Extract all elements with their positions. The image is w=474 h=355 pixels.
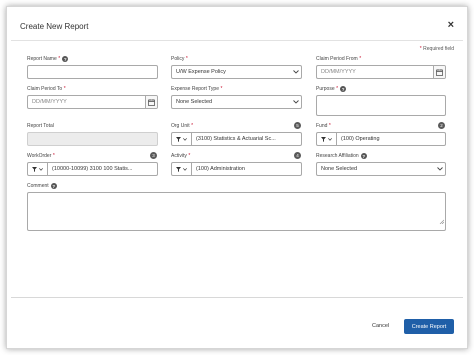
research-affiliation-select[interactable]: None Selected	[316, 162, 446, 176]
calendar-icon[interactable]	[145, 96, 157, 108]
required-asterisk: *	[220, 86, 223, 92]
policy-value: U/W Expense Policy	[176, 69, 226, 75]
help-icon[interactable]: ?	[50, 183, 57, 189]
cancel-button[interactable]: Cancel	[372, 323, 389, 329]
required-field-note: * Required field	[420, 46, 454, 52]
help-icon[interactable]: ?	[340, 86, 347, 92]
org-unit-level-badge: 5	[294, 122, 301, 129]
workorder-label-text: WorkOrder	[27, 153, 52, 159]
org-unit-label-text: Org Unit	[171, 123, 190, 129]
help-icon[interactable]: ?	[62, 56, 69, 62]
org-unit-value: (3100) Statistics & Actuarial Sc...	[196, 136, 276, 142]
resize-handle-icon[interactable]	[439, 211, 445, 229]
claim-period-to-label-text: Claim Period To	[27, 86, 63, 92]
fund-label: Fund *	[316, 123, 331, 129]
dialog-header: Create New Report ×	[11, 12, 463, 41]
required-note-text: Required field	[423, 46, 454, 52]
research-affiliation-label: Research Affiliation ?	[316, 153, 367, 159]
fund-level-badge: 2	[438, 122, 445, 129]
claim-period-from-input[interactable]: DD/MM/YYYY	[316, 65, 446, 79]
filter-icon[interactable]	[317, 133, 337, 145]
org-unit-label: Org Unit *	[171, 123, 193, 129]
dialog-title: Create New Report	[20, 22, 89, 31]
policy-label-text: Policy	[171, 56, 185, 62]
research-affiliation-label-text: Research Affiliation	[316, 153, 359, 159]
claim-period-from-label-text: Claim Period From	[316, 56, 358, 62]
filter-icon[interactable]	[172, 133, 192, 145]
footer-divider	[11, 297, 463, 298]
required-asterisk: *	[359, 56, 362, 62]
create-report-dialog: Create New Report × * Required field Rep…	[11, 12, 463, 343]
required-asterisk: *	[419, 46, 422, 52]
claim-period-to-placeholder: DD/MM/YYYY	[32, 99, 67, 105]
workorder-label: WorkOrder *	[27, 153, 55, 159]
comment-textarea[interactable]	[27, 192, 446, 231]
report-name-label-text: Report Name	[27, 56, 57, 62]
required-asterisk: *	[328, 123, 331, 129]
required-asterisk: *	[336, 86, 339, 92]
claim-period-from-label: Claim Period From *	[316, 56, 361, 62]
activity-label-text: Activity	[171, 153, 187, 159]
chevron-down-icon	[291, 70, 301, 74]
purpose-textarea[interactable]	[316, 95, 446, 116]
create-report-button[interactable]: Create Report	[404, 319, 454, 334]
report-total-label-text: Report Total	[27, 123, 54, 129]
report-total-input	[27, 132, 158, 146]
research-affiliation-value: None Selected	[321, 166, 358, 172]
expense-report-type-label: Expense Report Type *	[171, 86, 222, 92]
fund-label-text: Fund	[316, 123, 328, 129]
activity-select[interactable]: (100) Administration	[171, 162, 302, 176]
policy-label: Policy *	[171, 56, 188, 62]
expense-report-type-select[interactable]: None Selected	[171, 95, 302, 109]
expense-report-type-value: None Selected	[176, 99, 213, 105]
claim-period-from-placeholder: DD/MM/YYYY	[321, 69, 356, 75]
claim-period-to-label: Claim Period To *	[27, 86, 66, 92]
fund-value: (100) Operating	[341, 136, 380, 142]
activity-value: (100) Administration	[196, 166, 245, 172]
help-icon[interactable]: ?	[360, 153, 367, 159]
required-asterisk: *	[58, 56, 61, 62]
chevron-down-icon	[291, 100, 301, 104]
activity-label: Activity *	[171, 153, 190, 159]
close-icon[interactable]: ×	[448, 20, 454, 31]
fund-select[interactable]: (100) Operating	[316, 132, 446, 146]
required-asterisk: *	[191, 123, 194, 129]
workorder-value: (10000-10099) 3100 100 Statis...	[52, 166, 133, 172]
calendar-icon[interactable]	[433, 66, 445, 78]
claim-period-to-input[interactable]: DD/MM/YYYY	[27, 95, 158, 109]
filter-icon[interactable]	[28, 163, 48, 175]
comment-label: Comment ?	[27, 183, 57, 189]
report-name-label: Report Name * ?	[27, 56, 69, 62]
required-asterisk: *	[185, 56, 188, 62]
activity-level-badge: 4	[294, 152, 301, 159]
chevron-down-icon	[435, 167, 445, 171]
report-name-input[interactable]	[27, 65, 158, 79]
filter-icon[interactable]	[172, 163, 192, 175]
required-asterisk: *	[188, 153, 191, 159]
expense-report-type-label-text: Expense Report Type	[171, 86, 219, 92]
org-unit-select[interactable]: (3100) Statistics & Actuarial Sc...	[171, 132, 302, 146]
purpose-label-text: Purpose	[316, 86, 335, 92]
required-asterisk: *	[63, 86, 66, 92]
required-asterisk: *	[52, 153, 55, 159]
comment-label-text: Comment	[27, 183, 49, 189]
policy-select[interactable]: U/W Expense Policy	[171, 65, 302, 79]
report-total-label: Report Total	[27, 123, 54, 129]
workorder-select[interactable]: (10000-10099) 3100 100 Statis...	[27, 162, 158, 176]
purpose-label: Purpose * ?	[316, 86, 347, 92]
workorder-level-badge: 3	[150, 152, 157, 159]
